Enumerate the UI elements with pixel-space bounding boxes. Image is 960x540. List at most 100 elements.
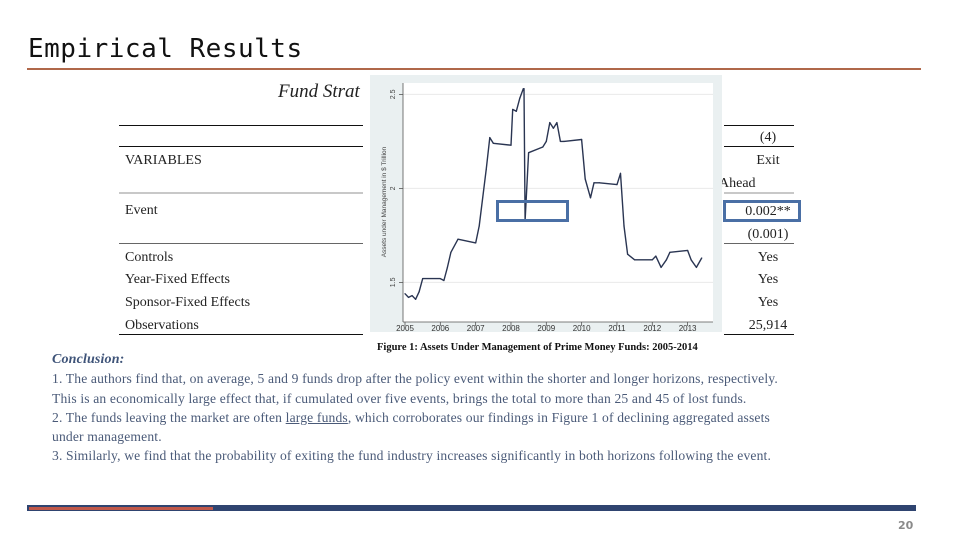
data-point [414, 298, 417, 300]
data-point [695, 266, 698, 268]
data-point [552, 127, 554, 129]
data-point [563, 140, 565, 142]
data-point [510, 144, 512, 146]
data-point [519, 97, 521, 99]
sponsor-fe-value: Yes [757, 295, 779, 310]
page-number: 20 [898, 519, 914, 532]
row-label-event: Event [125, 203, 158, 218]
observations-value: 25,914 [748, 318, 788, 333]
data-point [478, 225, 480, 227]
row-label-variables: VARIABLES [125, 153, 202, 168]
data-point [528, 152, 530, 154]
event-standard-error: (0.001) [747, 227, 789, 242]
data-point [523, 88, 525, 90]
data-point [450, 251, 452, 253]
data-point [418, 291, 420, 293]
data-point [545, 140, 547, 142]
data-point [651, 259, 653, 261]
data-point [411, 294, 413, 297]
data-point [515, 110, 517, 112]
data-point [593, 182, 595, 184]
conclusion-line-3-pre: 2. The funds leaving the market are ofte… [52, 409, 286, 425]
data-point [687, 249, 689, 252]
y-axis-label: Assets under Management in $ Trillion [381, 146, 388, 257]
data-point [626, 253, 629, 255]
data-point [439, 278, 441, 280]
row-label-sponsor-fe: Sponsor-Fixed Effects [125, 295, 251, 310]
data-point [489, 137, 491, 139]
x-tick-label: 2013 [679, 324, 697, 332]
data-point [619, 172, 622, 174]
table-bottom-rule [119, 334, 363, 335]
data-point [701, 257, 703, 259]
y-tick-label: 2.5 [390, 89, 397, 99]
table-header-rule-right [724, 146, 794, 147]
table-event-rule-right [724, 243, 794, 244]
table-header-rule [119, 146, 363, 147]
x-tick-label: 2008 [502, 324, 520, 332]
row-label-controls: Controls [125, 250, 174, 265]
column-label-ahead: Ahead [719, 176, 756, 191]
row-label-year-fe: Year-Fixed Effects [125, 272, 230, 287]
table-heading: Fund Strat [278, 81, 360, 102]
data-point [549, 122, 551, 124]
year-fe-value: Yes [757, 272, 779, 287]
data-point [623, 225, 625, 227]
data-point [660, 266, 662, 268]
data-point [598, 182, 600, 184]
data-point [584, 178, 586, 180]
data-point [559, 140, 562, 142]
data-point [512, 108, 514, 111]
conclusion-heading: Conclusion: [52, 352, 125, 367]
data-point [616, 184, 618, 186]
conclusion-line-3: 2. The funds leaving the market are ofte… [52, 408, 932, 427]
row-label-observations: Observations [125, 318, 199, 333]
data-point [655, 255, 657, 257]
data-point [422, 278, 424, 280]
title-rule [27, 68, 921, 70]
data-point [492, 142, 494, 144]
footer-accent-bar [29, 507, 213, 510]
controls-value: Yes [757, 250, 779, 265]
conclusion-line-4: under management. [52, 429, 162, 445]
x-tick-label: 2010 [573, 324, 591, 332]
column-label-exit: Exit [756, 153, 780, 168]
data-point [475, 242, 477, 244]
data-point [556, 122, 558, 124]
x-tick-label: 2011 [608, 324, 626, 332]
table-top-rule-right [724, 125, 794, 126]
x-tick-label: 2007 [467, 324, 485, 332]
y-tick-label: 1.5 [390, 277, 397, 287]
data-point [404, 293, 406, 295]
table-variables-rule-right [724, 192, 794, 194]
x-tick-label: 2005 [396, 324, 414, 332]
y-tick-label: 2 [390, 186, 397, 190]
table-bottom-rule-right [724, 334, 794, 335]
conclusion-line-5: 3. Similarly, we find that the probabili… [52, 448, 772, 464]
data-point [443, 279, 445, 282]
coefficient-highlight-box [723, 200, 801, 222]
data-point [542, 146, 544, 148]
conclusion-line-2: This is an economically large effect tha… [52, 390, 747, 406]
x-tick-label: 2006 [431, 324, 449, 332]
data-point [634, 259, 636, 261]
data-point [589, 197, 592, 199]
table-variables-rule [119, 192, 363, 194]
data-point [457, 238, 459, 240]
large-funds-underline: large funds [285, 409, 348, 425]
x-tick-label: 2009 [537, 324, 555, 332]
data-point [665, 259, 668, 261]
column-number: (4) [759, 130, 777, 145]
x-tick-label: 2012 [643, 324, 661, 332]
chart-highlight-box [496, 200, 569, 222]
data-point [446, 266, 448, 268]
data-point [690, 259, 692, 261]
table-event-rule [119, 243, 363, 244]
conclusion-line-3-post: , which corroborates our findings in Fig… [347, 409, 770, 425]
slide-title: Empirical Results [28, 34, 303, 64]
data-point [581, 138, 583, 141]
conclusion-block: Conclusion: 1. The authors find that, on… [52, 350, 932, 466]
data-point [485, 169, 487, 171]
data-point [669, 251, 671, 253]
data-point [407, 296, 410, 299]
